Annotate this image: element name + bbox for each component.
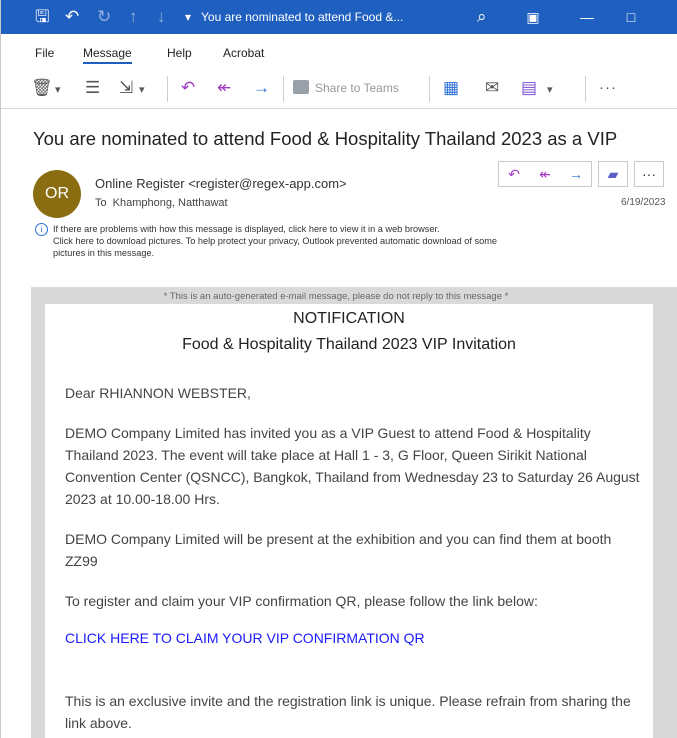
ribbon-separator [167,76,168,102]
recipient-name[interactable]: Khamphong, Natthawat [113,197,228,209]
more-options-icon: ··· [642,166,656,182]
window-title: You are nominated to attend Food &... [201,10,404,24]
ribbon-separator [283,76,284,102]
more-actions[interactable]: ··· [634,161,664,187]
menu-bar: File Message Help Acrobat [1,40,677,64]
sent-date: 6/19/2023 [621,197,666,208]
delete-dropdown-icon[interactable]: ▾ [55,80,61,100]
ribbon-separator [429,76,430,102]
to-label: To [95,197,107,209]
invitation-title: Food & Hospitality Thailand 2023 VIP Inv… [182,336,516,353]
share-to-teams-label: Share to Teams [315,81,399,95]
info-line-1: If there are problems with how this mess… [53,224,440,234]
move-icon[interactable]: ⇲ [119,78,133,98]
ribbon-toolbar: 🗑 ▾ ☰ ⇲ ▾ ↶ ↞ → Share to Teams ▦ ✉ ▤ ▾ ·… [1,70,677,109]
mark-unread-icon[interactable]: ✉ [485,78,499,98]
down-arrow-icon[interactable]: ↓ [157,6,166,28]
archive-icon[interactable]: ☰ [85,78,100,98]
menu-file[interactable]: File [35,46,54,60]
ribbon-display-icon[interactable]: ▣ [513,0,553,34]
notification-heading: NOTIFICATION [293,310,405,327]
info-line-3: pictures in this message. [53,248,155,258]
avatar[interactable]: OR [33,170,81,218]
search-icon[interactable]: ⌕ [477,6,487,28]
invitation-paragraph: DEMO Company Limited has invited you as … [65,425,640,507]
ribbon-separator [585,76,586,102]
register-paragraph: To register and claim your VIP confirmat… [65,593,538,609]
reply-icon[interactable]: ↶ [501,162,527,186]
redo-icon[interactable]: ↻ [97,6,111,28]
info-bar[interactable]: i If there are problems with how this me… [35,223,655,259]
teams-action[interactable]: ▰ [598,161,628,187]
teams-icon: ▰ [607,166,619,182]
reply-icon[interactable]: ↶ [181,78,195,98]
sender-address[interactable]: Online Register <register@regex-app.com> [95,176,347,191]
recipient-line: To Khamphong, Natthawat [95,197,228,209]
reply-actions-group: ↶ ↞ → [498,161,592,187]
outlook-window: 🖫 ↶ ↻ ↑ ↓ ▾ You are nominated to attend … [0,0,677,738]
apps-icon[interactable]: ▤ [521,78,537,98]
info-icon: i [35,223,48,236]
forward-icon[interactable]: → [253,78,270,98]
exclusive-paragraph: This is an exclusive invite and the regi… [65,693,631,731]
maximize-button[interactable]: □ [611,0,651,34]
info-line-2: Click here to download pictures. To help… [53,236,497,246]
reply-all-icon[interactable]: ↞ [217,78,231,98]
greeting: Dear RHIANNON WEBSTER, [65,385,251,401]
apps-dropdown-icon[interactable]: ▾ [547,80,553,100]
save-icon[interactable]: 🖫 [35,6,49,28]
title-bar: 🖫 ↶ ↻ ↑ ↓ ▾ You are nominated to attend … [1,0,677,34]
menu-acrobat[interactable]: Acrobat [223,46,264,60]
reply-all-icon[interactable]: ↞ [532,162,558,186]
minimize-button[interactable]: — [567,0,607,34]
auto-generated-notice: * This is an auto-generated e-mail messa… [163,291,509,302]
forward-icon[interactable]: → [563,162,589,186]
menu-help[interactable]: Help [167,46,192,60]
email-subject: You are nominated to attend Food & Hospi… [33,128,618,149]
undo-icon[interactable]: ↶ [65,6,79,28]
up-arrow-icon[interactable]: ↑ [129,6,138,28]
delete-icon[interactable]: 🗑 [31,78,53,98]
share-to-teams-button[interactable]: Share to Teams [293,80,399,95]
claim-vip-link[interactable]: CLICK HERE TO CLAIM YOUR VIP CONFIRMATIO… [65,630,425,646]
customize-quick-access-icon[interactable]: ▾ [185,6,191,28]
teams-icon [293,80,309,94]
booth-paragraph: DEMO Company Limited will be present at … [65,531,612,569]
menu-message[interactable]: Message [83,46,132,64]
translate-icon[interactable]: ▦ [443,78,459,98]
email-content-card: NOTIFICATION Food & Hospitality Thailand… [45,304,653,738]
move-dropdown-icon[interactable]: ▾ [139,80,145,100]
more-options-icon[interactable]: ··· [599,78,617,98]
